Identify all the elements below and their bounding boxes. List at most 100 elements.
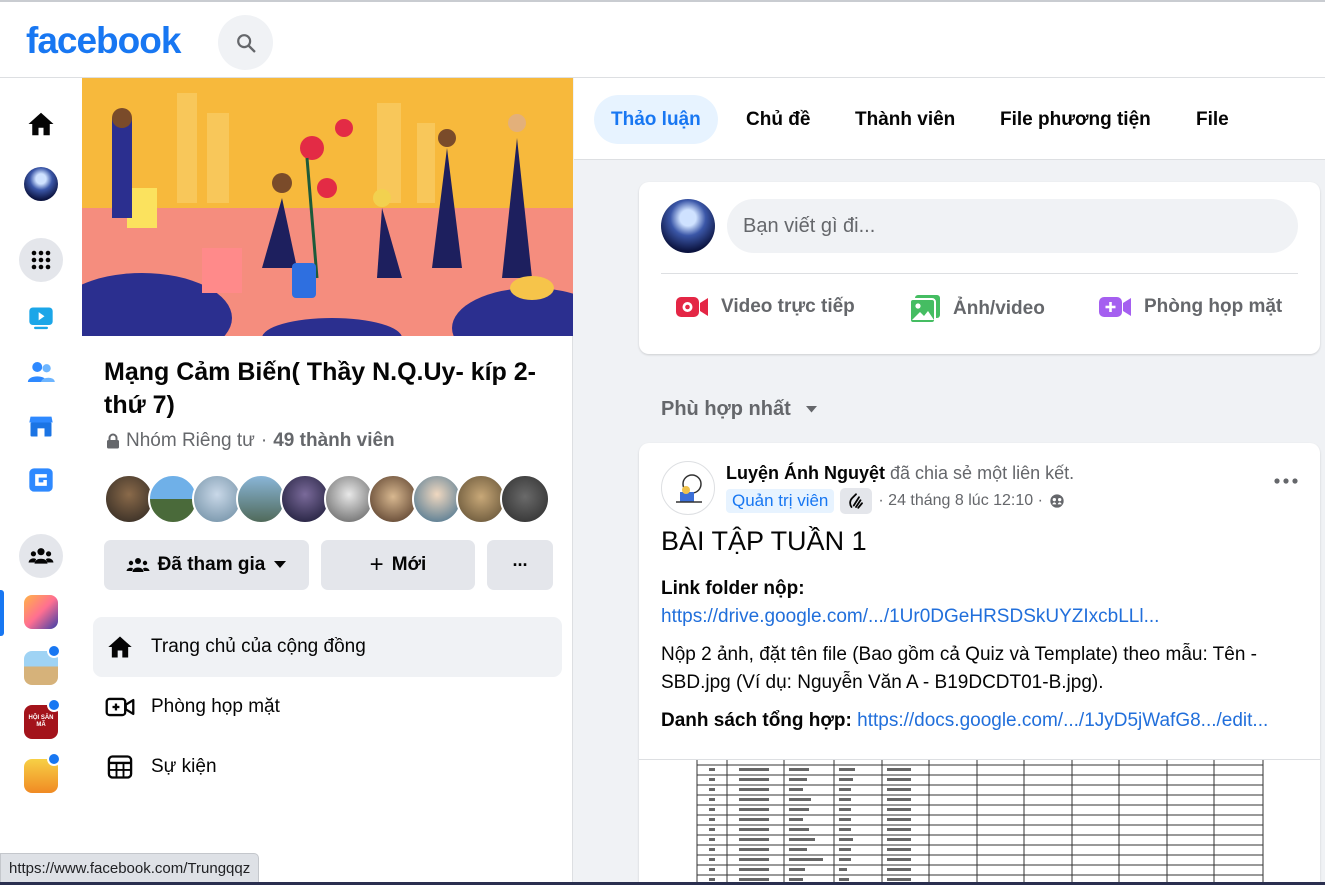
group-title[interactable]: Mạng Cảm Biến( Thầy N.Q.Uy- kíp 2- thứ 7…	[104, 356, 554, 422]
rail-active-indicator	[0, 590, 4, 636]
search-icon	[236, 33, 255, 52]
sort-label: Phù hợp nhất	[661, 398, 791, 420]
menu-label: Sự kiện	[151, 756, 217, 777]
live-video-icon	[676, 297, 708, 317]
group-actions: Đã tham gia + Mới ···	[104, 540, 553, 590]
menu-events[interactable]: Sự kiện	[93, 737, 562, 797]
photo-video-button[interactable]: Ảnh/video	[909, 294, 1045, 324]
post-author-line: Luyện Ánh Nguyệt đã chia sẻ một liên kết…	[726, 463, 1074, 484]
photo-video-label: Ảnh/video	[953, 298, 1045, 319]
post-body: Link folder nộp: https://drive.google.co…	[661, 575, 1301, 735]
group-members-icon	[126, 558, 150, 572]
list-label: Danh sách tổng hợp:	[661, 710, 852, 731]
lock-icon	[107, 433, 119, 449]
more-options-button[interactable]: ···	[487, 540, 553, 590]
list-line: Danh sách tổng hợp: https://docs.google.…	[661, 707, 1301, 735]
friends-icon[interactable]	[19, 350, 63, 394]
room-icon	[1099, 297, 1131, 317]
avatar[interactable]	[456, 474, 506, 524]
group-audience-icon	[1050, 494, 1064, 508]
calendar-icon	[107, 755, 133, 779]
more-icon: ···	[512, 554, 529, 575]
post-instruction: Nộp 2 ảnh, đặt tên file (Bao gồm cả Quiz…	[661, 644, 1258, 693]
group-shortcut-2[interactable]	[19, 644, 63, 690]
member-avatars[interactable]	[104, 474, 550, 524]
wave-badge-icon[interactable]	[840, 488, 873, 514]
watch-icon[interactable]	[19, 296, 63, 340]
author-avatar[interactable]	[661, 461, 715, 515]
composer-input[interactable]: Bạn viết gì đi...	[727, 199, 1298, 253]
group-cover-image	[82, 78, 573, 336]
more-horizontal-icon	[1274, 478, 1298, 484]
live-video-button[interactable]: Video trực tiếp	[675, 294, 855, 320]
feed-post: Luyện Ánh Nguyệt đã chia sẻ một liên kết…	[639, 443, 1320, 885]
avatar[interactable]	[661, 199, 715, 253]
post-composer: Bạn viết gì đi... Video trực tiếp Ảnh/vi…	[639, 182, 1320, 354]
tab-discussion[interactable]: Thảo luận	[594, 95, 718, 144]
group-shortcut-3[interactable]: HỘI SĂN MÃ	[19, 698, 63, 744]
group-meta: Nhóm Riêng tư · 49 thành viên	[106, 430, 395, 452]
group-shortcut-1[interactable]	[19, 590, 63, 634]
admin-badge[interactable]: Quản trị viên	[726, 489, 835, 513]
spreadsheet-preview-image[interactable]	[639, 759, 1320, 885]
tab-topics[interactable]: Chủ đề	[729, 95, 827, 144]
avatar[interactable]	[192, 474, 242, 524]
marketplace-icon[interactable]	[19, 404, 63, 448]
status-bar-url: https://www.facebook.com/Trungqqz	[0, 853, 260, 883]
group-privacy[interactable]: Nhóm Riêng tư	[126, 430, 255, 452]
group-tabs: Thảo luận Chủ đề Thành viên File phương …	[574, 78, 1325, 160]
group-shortcut-4[interactable]	[19, 752, 63, 798]
room-label: Phòng họp mặt	[1144, 296, 1283, 317]
notification-dot	[47, 698, 61, 712]
menu-label: Phòng họp mặt	[151, 696, 280, 717]
groups-icon[interactable]	[19, 534, 63, 578]
avatar[interactable]	[280, 474, 330, 524]
invite-button[interactable]: + Mới	[321, 540, 475, 590]
post-more-button[interactable]	[1274, 471, 1298, 489]
menu-rooms[interactable]: Phòng họp mặt	[93, 677, 562, 737]
folder-link[interactable]: https://drive.google.com/.../1Ur0DGeHRSD…	[661, 606, 1159, 627]
search-button[interactable]	[218, 15, 273, 70]
left-nav-rail: HỘI SĂN MÃ	[0, 78, 82, 885]
shortcut-3-label: HỘI SĂN MÃ	[28, 715, 54, 728]
gaming-icon[interactable]	[19, 458, 63, 502]
post-subline: Quản trị viên · 24 tháng 8 lúc 12:10 ·	[726, 488, 1065, 514]
avatar[interactable]	[236, 474, 286, 524]
top-bar: facebook	[0, 0, 1325, 78]
joined-label: Đã tham gia	[157, 554, 266, 575]
author-name[interactable]: Luyện Ánh Nguyệt	[726, 463, 885, 483]
notification-dot	[47, 644, 61, 658]
profile-avatar[interactable]	[19, 162, 63, 206]
list-link[interactable]: https://docs.google.com/.../1JyD5jWafG8.…	[857, 710, 1268, 731]
live-video-label: Video trực tiếp	[721, 296, 855, 317]
sort-dropdown[interactable]: Phù hợp nhất	[661, 398, 818, 421]
member-count[interactable]: 49 thành viên	[273, 430, 394, 452]
avatar[interactable]	[412, 474, 462, 524]
avatar[interactable]	[104, 474, 154, 524]
facebook-logo[interactable]: facebook	[26, 20, 181, 62]
plus-icon: +	[369, 551, 384, 578]
avatar[interactable]	[500, 474, 550, 524]
home-icon	[108, 636, 132, 658]
folder-label: Link folder nộp:	[661, 578, 805, 599]
home-icon[interactable]	[19, 102, 63, 146]
create-room-button[interactable]: Phòng họp mặt	[1098, 294, 1282, 320]
caret-down-icon	[805, 406, 817, 413]
avatar[interactable]	[368, 474, 418, 524]
caret-down-icon	[274, 561, 287, 568]
avatar[interactable]	[324, 474, 374, 524]
invite-label: Mới	[391, 554, 427, 575]
menu-grid-icon[interactable]	[19, 238, 63, 282]
joined-button[interactable]: Đã tham gia	[104, 540, 309, 590]
tab-files[interactable]: File	[1179, 95, 1246, 144]
avatar[interactable]	[148, 474, 198, 524]
photo-icon	[909, 295, 940, 324]
group-sidebar: Mạng Cảm Biến( Thầy N.Q.Uy- kíp 2- thứ 7…	[82, 78, 573, 885]
meta-separator: ·	[260, 430, 268, 451]
menu-community-home[interactable]: Trang chủ của cộng đồng	[93, 617, 562, 677]
post-timestamp[interactable]: · 24 tháng 8 lúc 12:10 ·	[878, 492, 1043, 510]
post-heading: BÀI TẬP TUẦN 1	[661, 526, 867, 556]
tab-media[interactable]: File phương tiện	[983, 95, 1168, 144]
notification-dot	[47, 752, 61, 766]
tab-members[interactable]: Thành viên	[838, 95, 972, 144]
